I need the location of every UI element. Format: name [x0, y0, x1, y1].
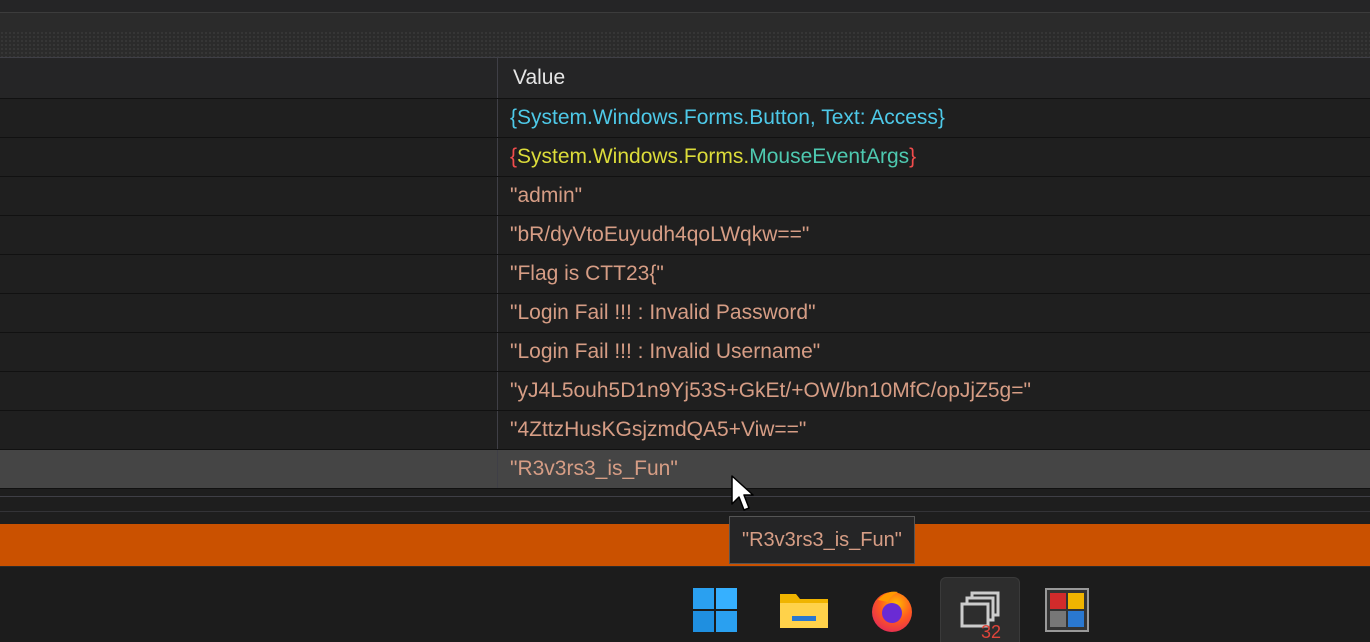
- table-row[interactable]: "admin": [0, 177, 1370, 216]
- taskbar: 32: [0, 566, 1370, 642]
- name-cell[interactable]: [0, 99, 498, 137]
- value-cell[interactable]: "admin": [510, 177, 582, 215]
- value-part: {System.Windows.Forms.Button, Text: Acce…: [510, 106, 945, 129]
- table-row[interactable]: "Login Fail !!! : Invalid Username": [0, 333, 1370, 372]
- table-row[interactable]: "yJ4L5ouh5D1n9Yj53S+GkEt/+OW/bn10MfC/opJ…: [0, 372, 1370, 411]
- taskbar-file-explorer[interactable]: [765, 577, 843, 642]
- app-window-icon: [1045, 588, 1089, 632]
- value-part: }: [909, 145, 917, 168]
- name-cell[interactable]: [0, 294, 498, 332]
- value-cell[interactable]: {System.Windows.Forms.Button, Text: Acce…: [510, 99, 945, 137]
- table-row[interactable]: "bR/dyVtoEuyudh4qoLWqkw==": [0, 216, 1370, 255]
- value-cell[interactable]: "Flag is CTT23{": [510, 255, 664, 293]
- table-row[interactable]: {System.Windows.Forms. MouseEventArgs}: [0, 138, 1370, 177]
- grid-header-row: Value: [0, 58, 1370, 99]
- divider: [0, 511, 1370, 512]
- top-toolbar-strip: [0, 0, 1370, 13]
- table-row[interactable]: "4ZttzHusKGsjzmdQA5+Viw==": [0, 411, 1370, 450]
- name-column-header[interactable]: [0, 58, 498, 98]
- taskbar-start-button[interactable]: [676, 577, 754, 642]
- taskbar-app[interactable]: [1028, 577, 1106, 642]
- value-cell[interactable]: "Login Fail !!! : Invalid Username": [510, 333, 820, 371]
- windows-start-icon: [693, 588, 737, 632]
- name-cell[interactable]: [0, 333, 498, 371]
- panel-tab-strip: [0, 13, 1370, 58]
- name-cell[interactable]: [0, 450, 498, 488]
- value-column-header[interactable]: Value: [513, 58, 565, 98]
- value-part: MouseEventArgs: [749, 145, 910, 168]
- firefox-icon: [872, 591, 912, 632]
- value-part: System.Windows.Forms.: [517, 145, 750, 168]
- name-cell[interactable]: [0, 177, 498, 215]
- name-cell[interactable]: [0, 216, 498, 254]
- value-cell[interactable]: "R3v3rs3_is_Fun": [510, 450, 678, 488]
- file-explorer-icon: [780, 594, 828, 628]
- value-cell[interactable]: "4ZttzHusKGsjzmdQA5+Viw==": [510, 411, 806, 449]
- taskbar-task-view[interactable]: 32: [940, 577, 1020, 642]
- table-row[interactable]: "Login Fail !!! : Invalid Password": [0, 294, 1370, 333]
- mouse-cursor-icon: [731, 475, 754, 511]
- name-cell[interactable]: [0, 255, 498, 293]
- grid-footer: [0, 496, 1370, 525]
- name-cell[interactable]: [0, 411, 498, 449]
- task-count-badge: 32: [981, 622, 1002, 642]
- table-row[interactable]: {System.Windows.Forms.Button, Text: Acce…: [0, 99, 1370, 138]
- name-cell[interactable]: [0, 372, 498, 410]
- debugger-window: Value {System.Windows.Forms.Button, Text…: [0, 0, 1370, 642]
- value-cell[interactable]: "Login Fail !!! : Invalid Password": [510, 294, 816, 332]
- value-cell[interactable]: "yJ4L5ouh5D1n9Yj53S+GkEt/+OW/bn10MfC/opJ…: [510, 372, 1031, 410]
- value-tooltip: "R3v3rs3_is_Fun": [729, 516, 915, 564]
- status-bar: [0, 524, 1370, 566]
- value-part: {: [510, 145, 518, 168]
- taskbar-firefox[interactable]: [853, 577, 931, 642]
- table-row-selected[interactable]: "R3v3rs3_is_Fun": [0, 450, 1370, 489]
- value-cell[interactable]: {System.Windows.Forms. MouseEventArgs}: [510, 138, 916, 176]
- table-row[interactable]: "Flag is CTT23{": [0, 255, 1370, 294]
- locals-grid: Value {System.Windows.Forms.Button, Text…: [0, 58, 1370, 489]
- value-cell[interactable]: "bR/dyVtoEuyudh4qoLWqkw==": [510, 216, 809, 254]
- panel-drag-handle[interactable]: [0, 13, 1370, 31]
- name-cell[interactable]: [0, 138, 498, 176]
